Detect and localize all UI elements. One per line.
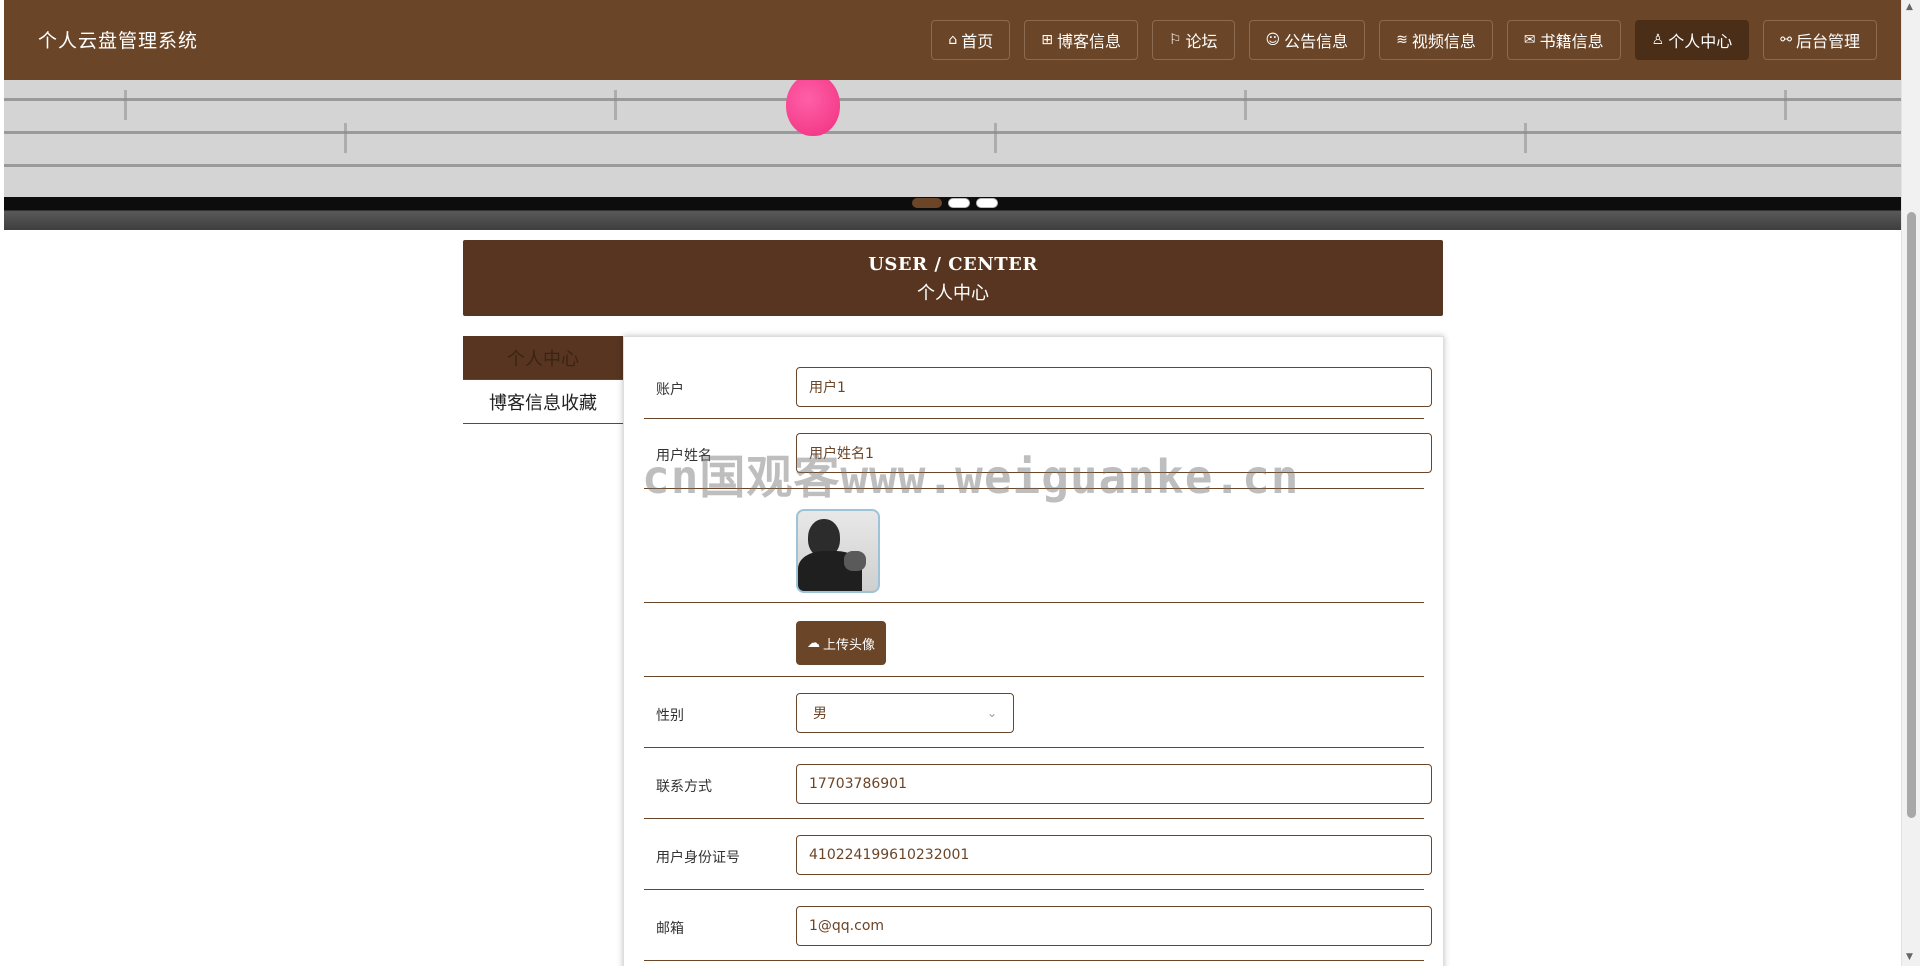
phone-input[interactable] — [796, 764, 1432, 804]
idcard-input[interactable] — [796, 835, 1432, 875]
banner-carousel — [4, 80, 1901, 230]
nav-profile-label: 个人中心 — [1668, 32, 1733, 51]
account-label: 账户 — [656, 382, 684, 398]
idcard-label: 用户身份证号 — [656, 850, 740, 866]
carousel-dot[interactable] — [912, 198, 942, 208]
mail-icon: ✉ — [1523, 32, 1536, 48]
avatar-row — [644, 489, 1424, 603]
upload-row: ☁ 上传头像 — [644, 603, 1424, 677]
scroll-down-icon[interactable]: ▼ — [1906, 952, 1913, 962]
side-item-profile[interactable]: 个人中心 — [463, 336, 623, 380]
brick-mark — [1524, 123, 1527, 153]
gift-icon: ⊞ — [1041, 32, 1053, 48]
scroll-up-icon[interactable]: ▲ — [1906, 2, 1913, 12]
nav-notice-label: 公告信息 — [1284, 32, 1349, 51]
link-icon: ⚯ — [1780, 32, 1792, 48]
flag-icon: ⚐ — [1168, 32, 1182, 48]
carousel-dot[interactable] — [976, 198, 998, 208]
nav-admin-label: 后台管理 — [1795, 32, 1860, 51]
nav-forum[interactable]: ⚐ 论坛 — [1151, 20, 1235, 60]
account-row: 账户 — [644, 337, 1432, 419]
section-title-en: USER / CENTER — [868, 254, 1038, 275]
nav-admin[interactable]: ⚯ 后台管理 — [1763, 20, 1877, 60]
gender-select[interactable]: 男 ⌄ — [796, 693, 1014, 733]
avatar — [796, 509, 880, 593]
nav-home-label: 首页 — [961, 32, 994, 51]
chevron-down-icon: ⌄ — [986, 706, 997, 720]
brick-mark — [344, 123, 347, 153]
gender-value: 男 — [813, 706, 827, 722]
avatar-hand — [844, 551, 866, 571]
top-header: 个人云盘管理系统 ⌂ 首页 ⊞ 博客信息 ⚐ 论坛 ☺ 公告信息 ≋ 视频信息 — [4, 0, 1901, 80]
email-input[interactable] — [796, 906, 1432, 946]
idcard-row: 用户身份证号 — [644, 819, 1432, 890]
user-icon: ♙ — [1651, 32, 1665, 48]
carousel-dots — [912, 198, 998, 208]
upload-avatar-button[interactable]: ☁ 上传头像 — [796, 621, 886, 665]
nav-video[interactable]: ≋ 视频信息 — [1379, 20, 1493, 60]
side-menu: 个人中心 博客信息收藏 — [463, 336, 623, 424]
nav-books-label: 书籍信息 — [1539, 32, 1604, 51]
email-label: 邮箱 — [656, 921, 684, 937]
site-title: 个人云盘管理系统 — [38, 30, 199, 52]
phone-row: 联系方式 — [644, 748, 1432, 819]
account-input[interactable] — [796, 367, 1432, 407]
nav-video-label: 视频信息 — [1411, 32, 1476, 51]
email-row: 邮箱 — [644, 890, 1432, 961]
nav-books[interactable]: ✉ 书籍信息 — [1506, 20, 1621, 60]
nav-forum-label: 论坛 — [1185, 32, 1218, 51]
nav-notice[interactable]: ☺ 公告信息 — [1248, 20, 1366, 60]
name-row: 用户姓名 — [644, 419, 1432, 489]
palette-icon: ☺ — [1265, 32, 1281, 48]
name-label: 用户姓名 — [656, 448, 712, 464]
brick-mark — [124, 90, 127, 120]
cloud-upload-icon: ☁ — [806, 635, 820, 651]
nav-profile[interactable]: ♙ 个人中心 — [1634, 20, 1750, 60]
layers-icon: ≋ — [1396, 32, 1408, 48]
nav-home[interactable]: ⌂ 首页 — [931, 20, 1011, 60]
brick-mark — [1784, 90, 1787, 120]
side-item-blog-favorites[interactable]: 博客信息收藏 — [463, 380, 623, 424]
page: 个人云盘管理系统 ⌂ 首页 ⊞ 博客信息 ⚐ 论坛 ☺ 公告信息 ≋ 视频信息 — [4, 0, 1901, 966]
gender-label: 性别 — [656, 708, 684, 724]
scrollbar-thumb[interactable] — [1907, 212, 1916, 818]
section-title: USER / CENTER 个人中心 — [463, 240, 1443, 316]
phone-label: 联系方式 — [656, 779, 712, 795]
section-title-cn: 个人中心 — [917, 283, 989, 304]
gender-row: 性别 男 ⌄ — [644, 677, 1424, 748]
upload-avatar-label: 上传头像 — [822, 637, 875, 653]
carousel-dot[interactable] — [948, 198, 970, 208]
brick-mark — [994, 123, 997, 153]
balloon-image — [786, 80, 840, 136]
home-icon: ⌂ — [948, 32, 958, 48]
main-nav: ⌂ 首页 ⊞ 博客信息 ⚐ 论坛 ☺ 公告信息 ≋ 视频信息 ✉ 书籍信息 ♙ … — [931, 20, 1877, 60]
nav-blog-label: 博客信息 — [1056, 32, 1121, 51]
name-input[interactable] — [796, 433, 1432, 473]
brick-mark — [614, 90, 617, 120]
profile-form: 账户 用户姓名 ☁ 上传头像 性别 男 ⌄ — [623, 336, 1444, 966]
nav-blog[interactable]: ⊞ 博客信息 — [1024, 20, 1138, 60]
page-scrollbar[interactable]: ▲ ▼ — [1901, 0, 1920, 966]
brick-mark — [1244, 90, 1247, 120]
